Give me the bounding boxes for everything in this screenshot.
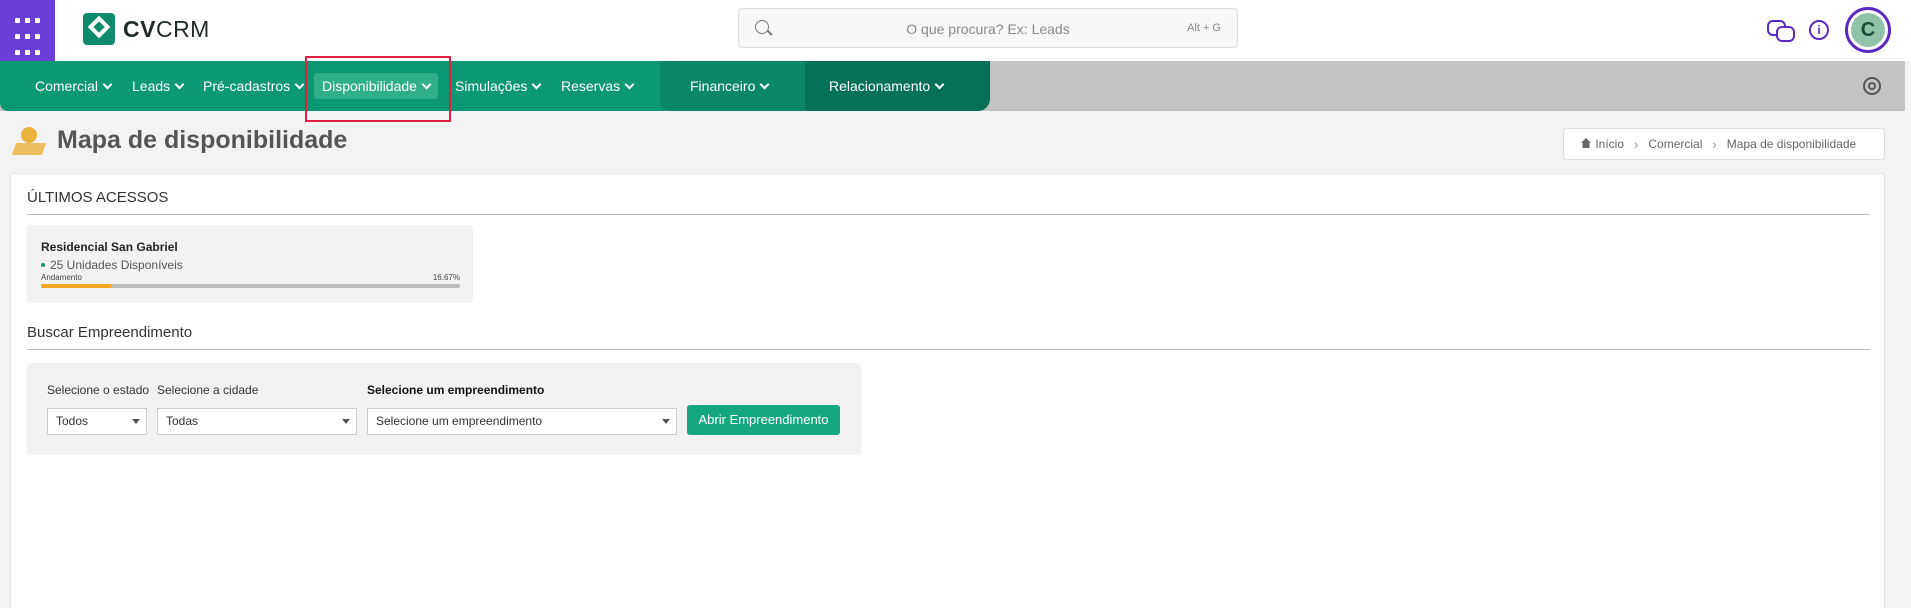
breadcrumb-current: Mapa de disponibilidade [1726, 137, 1857, 151]
city-select[interactable]: Todas [157, 408, 357, 435]
project-name: Residencial San Gabriel [41, 240, 178, 254]
logo[interactable]: CVCRM [83, 13, 210, 45]
progress-percent: 16.67% [432, 273, 460, 282]
progress-bar [41, 284, 460, 288]
breadcrumb: Início › Comercial › Mapa de disponibili… [1563, 128, 1885, 160]
caret-down-icon [132, 419, 140, 424]
state-select[interactable]: Todos [47, 408, 147, 435]
divider [27, 349, 1870, 350]
chevron-down-icon [759, 79, 770, 90]
chevron-down-icon [294, 79, 305, 90]
highlight-box [305, 56, 451, 122]
city-label: Selecione a cidade [157, 383, 259, 397]
nav-item-pre-cadastros[interactable]: Pré-cadastros [203, 73, 305, 99]
nav-item-reservas[interactable]: Reservas [561, 73, 635, 99]
nav-item-relacionamento[interactable]: Relacionamento [829, 73, 945, 99]
breadcrumb-comercial[interactable]: Comercial [1648, 137, 1702, 151]
info-icon[interactable]: i [1809, 20, 1829, 40]
main-nav: Comercial Leads Pré-cadastros Disponibil… [0, 61, 1905, 111]
caret-down-icon [342, 419, 350, 424]
chevron-down-icon [102, 79, 113, 90]
nav-item-financeiro[interactable]: Financeiro [690, 73, 770, 99]
open-project-button[interactable]: Abrir Empreendimento [687, 405, 840, 435]
breadcrumb-separator: › [1634, 136, 1639, 152]
caret-down-icon [662, 419, 670, 424]
page-title: Mapa de disponibilidade [57, 126, 348, 154]
nav-item-leads[interactable]: Leads [132, 73, 185, 99]
chevron-down-icon [624, 79, 635, 90]
logo-mark-icon [83, 13, 115, 45]
search-section-title: Buscar Empreendimento [27, 324, 193, 341]
gear-icon[interactable] [1863, 77, 1881, 95]
progress-label: Andamento [41, 273, 82, 282]
nav-item-simulacoes[interactable]: Simulações [455, 73, 542, 99]
state-label: Selecione o estado [47, 383, 150, 397]
map-pin-icon [11, 127, 47, 157]
progress-fill [41, 284, 111, 288]
breadcrumb-separator: › [1712, 136, 1717, 152]
search-filters: Selecione o estado Todos Selecione a cid… [27, 363, 861, 455]
main-card: ÚLTIMOS ACESSOS Residencial San Gabriel … [10, 173, 1885, 608]
search-shortcut: Alt + G [1187, 22, 1221, 34]
chevron-down-icon [174, 79, 185, 90]
nav-item-comercial[interactable]: Comercial [35, 73, 113, 99]
home-icon [1580, 138, 1592, 148]
recent-project-card[interactable]: Residencial San Gabriel 25 Unidades Disp… [27, 225, 473, 303]
chevron-down-icon [934, 79, 945, 90]
breadcrumb-home[interactable]: Início [1580, 137, 1624, 151]
available-units: 25 Unidades Disponíveis [41, 258, 183, 272]
top-bar: CVCRM O que procura? Ex: Leads Alt + G i… [0, 0, 1911, 61]
logo-text: CVCRM [123, 15, 210, 42]
chevron-down-icon [531, 79, 542, 90]
recent-section-title: ÚLTIMOS ACESSOS [27, 189, 169, 206]
search-input[interactable]: O que procura? Ex: Leads Alt + G [738, 8, 1238, 48]
divider [27, 214, 1870, 215]
project-select[interactable]: Selecione um empreendimento [367, 408, 677, 435]
project-label: Selecione um empreendimento [367, 383, 545, 397]
apps-grid-icon[interactable] [0, 0, 55, 61]
chat-icon[interactable] [1767, 20, 1795, 42]
search-placeholder: O que procura? Ex: Leads [906, 21, 1070, 37]
avatar[interactable]: C [1845, 7, 1891, 53]
